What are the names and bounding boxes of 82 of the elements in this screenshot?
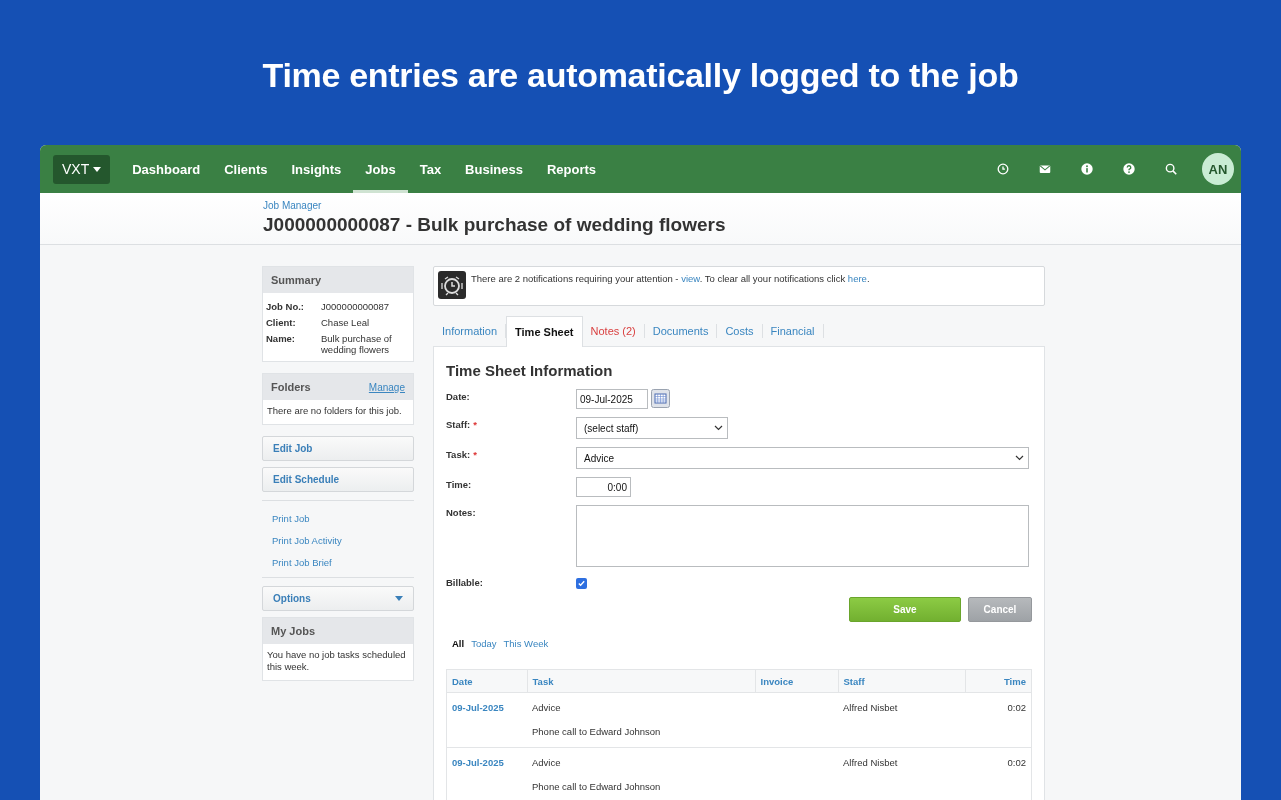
task-select[interactable]: Advice	[576, 447, 1029, 469]
page-title: J000000000087 - Bulk purchase of wedding flowers	[263, 214, 727, 236]
notification-link[interactable]: view	[681, 273, 700, 284]
table-cell: 0:02	[965, 692, 1032, 715]
empty-message: There are no folders for this job.	[266, 404, 403, 418]
user-avatar[interactable]: AN	[1202, 153, 1234, 185]
field-value: Chase Leal	[321, 317, 371, 328]
tab[interactable]: Time Sheet	[506, 316, 583, 347]
help-icon[interactable]	[1122, 162, 1136, 176]
column-header[interactable]: Task	[527, 669, 755, 693]
panel-title: My Jobs	[271, 624, 315, 637]
notes-field[interactable]	[576, 505, 1029, 567]
date-field[interactable]: 09-Jul-2025	[576, 389, 648, 409]
manage-link[interactable]: Manage	[368, 381, 405, 393]
brand-menu-button[interactable]: VXT	[53, 154, 111, 184]
notification-link[interactable]: here	[847, 273, 867, 284]
headline: Time entries are automatically logged to the job	[261, 55, 1020, 96]
search-icon[interactable]	[1164, 162, 1178, 176]
nav-tab[interactable]: Business	[453, 145, 535, 193]
required-mark: *	[473, 449, 477, 460]
options-dropdown[interactable]: Options	[262, 585, 414, 611]
column-header[interactable]: Staff	[838, 669, 966, 693]
tab[interactable]: Costs	[717, 324, 763, 338]
field-label: Time:	[446, 479, 472, 490]
print-link[interactable]: Print Job	[262, 508, 414, 531]
caret-icon	[395, 595, 403, 601]
field-label: Date:	[446, 391, 470, 402]
field-value: J000000000087	[321, 301, 391, 312]
info-icon[interactable]	[1080, 162, 1094, 176]
field-label: Name:	[266, 333, 297, 346]
table-cell: Phone call to Edward Johnson	[527, 715, 755, 748]
sidebar-button[interactable]: Edit Schedule	[262, 466, 414, 492]
field-label: Staff:	[446, 419, 471, 430]
cancel-button[interactable]: Cancel	[968, 597, 1032, 622]
column-header[interactable]: Time	[965, 669, 1032, 693]
table-cell: Alfred Nisbet	[838, 747, 966, 770]
panel-title: Summary	[271, 274, 322, 286]
notification-text: There are 2 notifications requiring your attention - view. To clear all your notifications click here.	[471, 273, 870, 286]
save-button[interactable]: Save	[849, 597, 961, 622]
nav-tab[interactable]: Clients	[212, 145, 280, 193]
time-field[interactable]: 0:00	[576, 477, 631, 497]
print-link[interactable]: Print Job Brief	[262, 552, 414, 575]
field-value: Bulk purchase of wedding flowers	[321, 333, 393, 355]
filter-link[interactable]: All	[452, 638, 465, 649]
section-title: Time Sheet Information	[446, 362, 614, 379]
field-label: Task:	[446, 449, 471, 460]
table-cell: Phone call to Edward Johnson	[527, 770, 755, 800]
calendar-icon[interactable]	[651, 389, 670, 408]
field-label: Notes:	[446, 507, 476, 518]
nav-tab[interactable]: Insights	[279, 145, 354, 193]
billable-checkbox[interactable]	[576, 578, 587, 589]
date-link[interactable]: 09-Jul-2025	[446, 692, 527, 715]
staff-select[interactable]: (select staff)	[576, 417, 728, 439]
tab[interactable]: Documents	[644, 324, 718, 338]
print-link[interactable]: Print Job Activity	[262, 530, 414, 553]
table-cell: 0:02	[965, 747, 1032, 770]
filter-link[interactable]: This Week	[503, 638, 549, 649]
clock-icon[interactable]	[996, 162, 1010, 176]
panel-title: Folders	[271, 381, 311, 393]
empty-message: You have no job tasks scheduled this week.	[266, 647, 407, 674]
chevron-icon	[1015, 455, 1024, 461]
table-cell: Advice	[527, 747, 755, 770]
tab[interactable]: Financial	[762, 324, 824, 338]
caret-icon	[93, 166, 102, 172]
nav-tab[interactable]: Tax	[407, 145, 454, 193]
chevron-icon	[714, 425, 723, 431]
nav-tab[interactable]: Reports	[534, 145, 609, 193]
sidebar-button[interactable]: Edit Job	[262, 435, 414, 461]
alarm-clock-icon	[438, 271, 466, 299]
column-header[interactable]: Date	[446, 669, 527, 693]
date-link[interactable]: 09-Jul-2025	[446, 747, 527, 770]
filter-link[interactable]: Today	[471, 638, 497, 649]
field-label: Client:	[266, 317, 297, 328]
nav-tab[interactable]: Dashboard	[120, 145, 213, 193]
table-cell: Advice	[527, 692, 755, 715]
required-mark: *	[473, 419, 477, 430]
column-header[interactable]: Invoice	[755, 669, 838, 693]
tab[interactable]: Notes (2)	[582, 324, 645, 338]
table-cell: Alfred Nisbet	[838, 692, 966, 715]
breadcrumb-link[interactable]: Job Manager	[263, 200, 1241, 211]
field-label: Job No.:	[266, 301, 305, 312]
field-label: Billable:	[446, 577, 483, 588]
